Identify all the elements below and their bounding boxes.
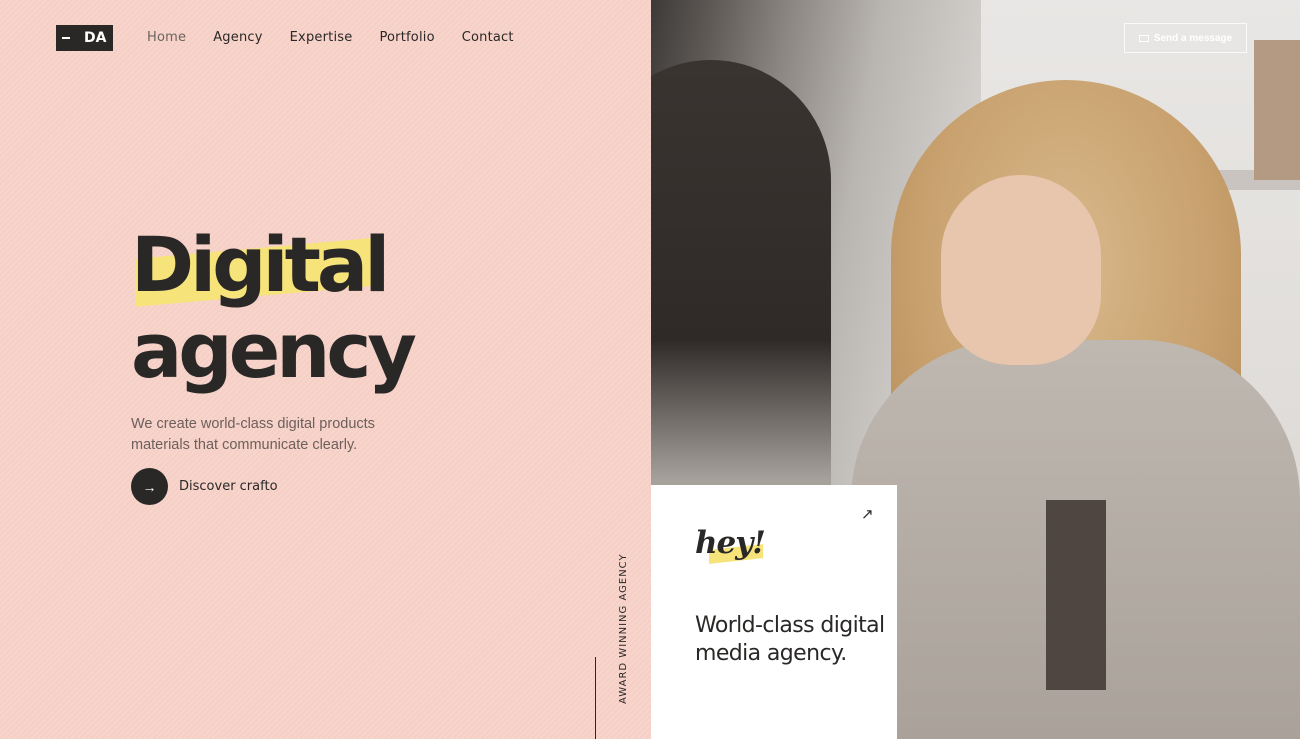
vertical-divider xyxy=(595,657,596,739)
main-nav: Home Agency Expertise Portfolio Contact xyxy=(147,30,514,46)
logo[interactable]: DA xyxy=(56,25,113,51)
logo-dash xyxy=(62,37,70,39)
arrow-up-right-icon[interactable]: ↗ xyxy=(861,505,874,523)
nav-home[interactable]: Home xyxy=(147,30,186,46)
hey-script: hey! xyxy=(695,525,766,561)
discover-label[interactable]: Discover crafto xyxy=(179,479,278,494)
nav-agency[interactable]: Agency xyxy=(213,30,262,46)
card-tagline: World-class digital media agency. xyxy=(695,613,885,666)
discover-button[interactable]: → Discover crafto xyxy=(131,468,278,505)
photo-woman-face xyxy=(941,175,1101,365)
send-message-button[interactable]: Send a message xyxy=(1124,23,1247,53)
photo-woman-top xyxy=(1046,500,1106,690)
hero-description: We create world-class digital products m… xyxy=(131,416,375,453)
logo-text: DA xyxy=(84,30,107,46)
hero-title-line2: agency xyxy=(131,306,417,395)
send-message-label[interactable]: Send a message xyxy=(1154,33,1232,44)
arrow-right-icon[interactable]: → xyxy=(131,468,168,505)
photo-books xyxy=(1254,40,1300,180)
hero-title: Digital agency xyxy=(131,220,417,395)
nav-contact[interactable]: Contact xyxy=(462,30,514,46)
promo-card: ↗ hey! World-class digital media agency. xyxy=(651,485,897,739)
nav-portfolio[interactable]: Portfolio xyxy=(379,30,434,46)
hero-title-line1: Digital xyxy=(131,220,390,309)
envelope-icon xyxy=(1138,34,1149,42)
nav-expertise[interactable]: Expertise xyxy=(290,30,353,46)
